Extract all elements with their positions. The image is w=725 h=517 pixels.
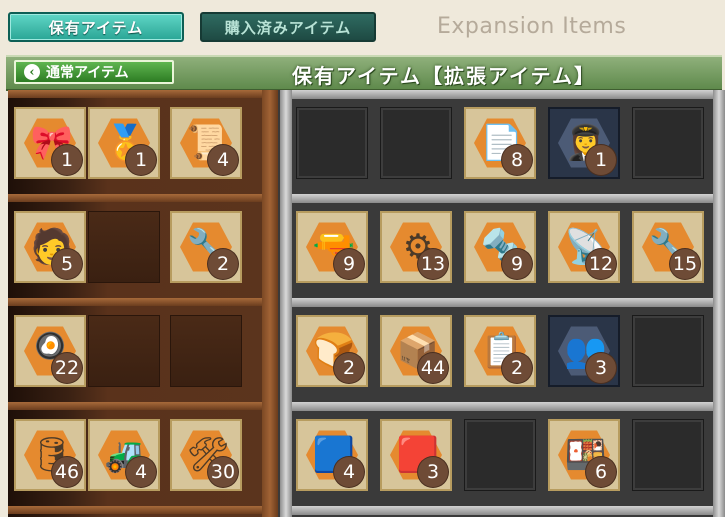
item-slot[interactable]: 📄 8 bbox=[464, 107, 536, 179]
item-slot[interactable]: ⚙ 13 bbox=[380, 211, 452, 283]
item-slot[interactable]: 📋 2 bbox=[464, 315, 536, 387]
item-count-badge: 1 bbox=[52, 145, 82, 175]
wood-shelf-board bbox=[8, 506, 276, 514]
item-count-badge: 3 bbox=[418, 457, 448, 487]
item-slot[interactable]: 👩‍✈️ 1 bbox=[548, 107, 620, 179]
metal-shelf-rail bbox=[280, 506, 725, 515]
item-count-badge: 2 bbox=[334, 353, 364, 383]
empty-item-slot bbox=[296, 107, 368, 179]
item-slot[interactable]: 🛢 46 bbox=[14, 419, 86, 491]
tab-purchased-items[interactable]: 購入済みアイテム bbox=[200, 12, 376, 42]
item-count-badge: 9 bbox=[502, 249, 532, 279]
empty-item-slot bbox=[464, 419, 536, 491]
empty-item-slot bbox=[632, 107, 704, 179]
item-count-badge: 8 bbox=[502, 145, 532, 175]
empty-item-slot bbox=[170, 315, 242, 387]
back-button-label: 通常アイテム bbox=[46, 65, 129, 81]
empty-item-slot bbox=[632, 419, 704, 491]
wood-shelf-board bbox=[8, 402, 276, 410]
item-count-badge: 9 bbox=[334, 249, 364, 279]
wood-shelf-side bbox=[262, 90, 278, 517]
item-count-badge: 3 bbox=[586, 353, 616, 383]
item-count-badge: 2 bbox=[502, 353, 532, 383]
item-slot[interactable]: 🎀 1 bbox=[14, 107, 86, 179]
metal-shelf-rail bbox=[280, 194, 725, 203]
section-banner: ‹ 通常アイテム 保有アイテム【拡張アイテム】 bbox=[6, 55, 722, 91]
page-title: 保有アイテム【拡張アイテム】 bbox=[292, 64, 596, 88]
empty-item-slot bbox=[88, 315, 160, 387]
item-slot[interactable]: 🔧 2 bbox=[170, 211, 242, 283]
item-slot[interactable]: 🟦 4 bbox=[296, 419, 368, 491]
empty-item-slot bbox=[88, 211, 160, 283]
item-slot[interactable]: 🧑 5 bbox=[14, 211, 86, 283]
wood-shelf-board bbox=[8, 90, 276, 98]
item-count-badge: 2 bbox=[208, 249, 238, 279]
tab-owned-items[interactable]: 保有アイテム bbox=[8, 12, 184, 42]
item-count-badge: 1 bbox=[586, 145, 616, 175]
item-count-badge: 1 bbox=[126, 145, 156, 175]
wood-shelf-board bbox=[8, 298, 276, 306]
metal-shelf-rail bbox=[280, 298, 725, 307]
chevron-left-icon: ‹ bbox=[24, 64, 40, 80]
item-slot[interactable]: 🏅 1 bbox=[88, 107, 160, 179]
item-slot[interactable]: 🔩 9 bbox=[464, 211, 536, 283]
item-slot[interactable]: 🍞 2 bbox=[296, 315, 368, 387]
metal-shelf-rail bbox=[280, 402, 725, 411]
item-count-badge: 30 bbox=[208, 457, 238, 487]
item-slot[interactable]: 📜 4 bbox=[170, 107, 242, 179]
item-slot[interactable]: 🍱 6 bbox=[548, 419, 620, 491]
item-slot[interactable]: 🍳 22 bbox=[14, 315, 86, 387]
item-count-badge: 46 bbox=[52, 457, 82, 487]
item-slot[interactable]: 🟥 3 bbox=[380, 419, 452, 491]
item-count-badge: 4 bbox=[334, 457, 364, 487]
item-slot[interactable]: 🔫 9 bbox=[296, 211, 368, 283]
item-count-badge: 12 bbox=[586, 249, 616, 279]
metal-shelf-post bbox=[713, 90, 725, 517]
item-count-badge: 6 bbox=[586, 457, 616, 487]
item-count-badge: 22 bbox=[52, 353, 82, 383]
item-slot[interactable]: 📦 44 bbox=[380, 315, 452, 387]
item-slot[interactable]: 📡 12 bbox=[548, 211, 620, 283]
item-count-badge: 5 bbox=[52, 249, 82, 279]
item-shelves: 🎀 1 🏅 1 📜 4 🧑 5 🔧 2 🍳 22 🛢 46 🚜 4 🛠 30 📄 8 👩‍✈️ 1 🔫 9 ⚙ 13 🔩 9 📡 12 🔧 1… bbox=[0, 90, 725, 517]
item-slot[interactable]: 👥 3 bbox=[548, 315, 620, 387]
expansion-items-title: Expansion Items bbox=[437, 14, 627, 39]
empty-item-slot bbox=[632, 315, 704, 387]
wood-shelf-board bbox=[8, 194, 276, 202]
item-slot[interactable]: 🛠 30 bbox=[170, 419, 242, 491]
item-slot[interactable]: 🔧 15 bbox=[632, 211, 704, 283]
item-slot[interactable]: 🚜 4 bbox=[88, 419, 160, 491]
back-to-normal-items-button[interactable]: ‹ 通常アイテム bbox=[14, 60, 174, 84]
metal-shelf-post bbox=[280, 90, 292, 517]
item-count-badge: 44 bbox=[418, 353, 448, 383]
item-count-badge: 4 bbox=[208, 145, 238, 175]
item-count-badge: 15 bbox=[670, 249, 700, 279]
empty-item-slot bbox=[380, 107, 452, 179]
item-count-badge: 13 bbox=[418, 249, 448, 279]
metal-shelf-rail bbox=[280, 90, 725, 99]
item-count-badge: 4 bbox=[126, 457, 156, 487]
